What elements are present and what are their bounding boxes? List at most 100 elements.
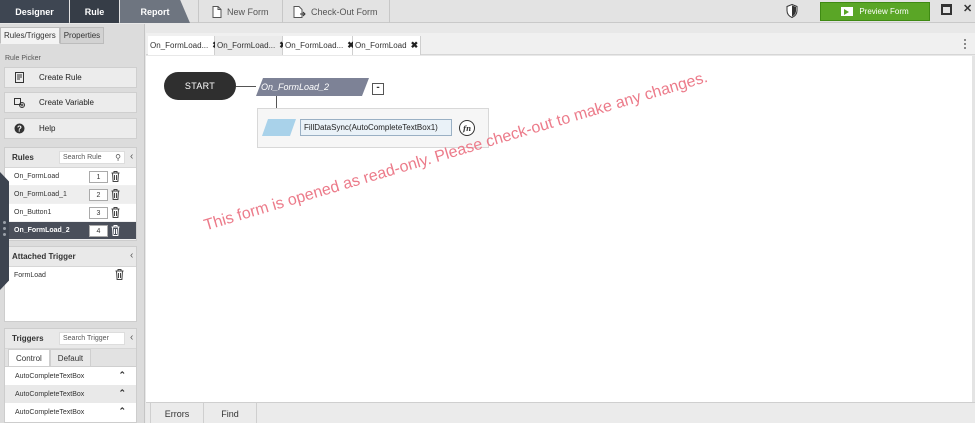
trigger-item-label: AutoCompleteTextBox (15, 390, 85, 398)
rule-item-label: On_FormLoad_1 (14, 191, 67, 198)
tab-default[interactable]: Default (49, 349, 92, 366)
triggers-panel: Triggers Search Trigger ‹ Control Defaul… (4, 328, 137, 423)
rule-item-label: On_FormLoad_2 (14, 227, 70, 234)
tab-rules-triggers[interactable]: Rules/Triggers (0, 27, 60, 44)
triggers-search-placeholder: Search Trigger (63, 335, 109, 342)
trigger-item[interactable]: AutoCompleteTextBox ⌃ (5, 367, 136, 385)
tab-errors[interactable]: Errors (150, 403, 204, 423)
action-parameter-shape[interactable] (262, 119, 296, 136)
function-icon[interactable]: fn (459, 120, 475, 136)
editor-tab-strip: On_FormLoad... ✖ On_FormLoad... ✖ On_For… (146, 33, 975, 55)
tab-find[interactable]: Find (204, 403, 257, 423)
toolbar-divider (389, 0, 390, 23)
tab-label: On_FormLoad... (217, 41, 276, 50)
rules-search-input[interactable]: Search Rule ⚲ (59, 151, 125, 164)
check-out-form-button[interactable]: Check-Out Form (293, 0, 378, 23)
action-function[interactable]: FillDataSync(AutoCompleteTextBox1) (300, 119, 452, 136)
triggers-header: Triggers Search Trigger ‹ (5, 329, 136, 349)
create-variable-icon (13, 98, 25, 108)
create-variable-label: Create Variable (39, 98, 94, 107)
restore-window-icon[interactable] (941, 4, 952, 15)
close-tab-icon[interactable]: ✖ (411, 40, 419, 51)
tab-on-formload[interactable]: On_FormLoad... ✖ (148, 36, 220, 55)
create-rule-icon (14, 72, 24, 83)
rule-item[interactable]: On_FormLoad 1 (5, 168, 136, 186)
create-rule-label: Create Rule (39, 73, 82, 82)
toolbar-divider (198, 0, 199, 23)
tab-control[interactable]: Control (8, 349, 50, 366)
chevron-left-icon[interactable]: ‹ (130, 250, 142, 261)
svg-text:?: ? (17, 124, 22, 133)
help-button[interactable]: ? Help (4, 118, 137, 139)
shield-icon[interactable] (786, 4, 798, 18)
tab-report[interactable]: Report (120, 0, 190, 23)
attached-trigger-panel: Attached Trigger ‹ FormLoad (4, 246, 137, 322)
rules-title: Rules (12, 153, 34, 162)
help-icon: ? (14, 123, 24, 134)
new-form-label: New Form (227, 6, 269, 17)
more-options-icon[interactable] (964, 39, 967, 51)
rule-order-input[interactable]: 4 (89, 225, 108, 237)
rules-panel: Rules Search Rule ⚲ ‹ On_FormLoad 1 On_F… (4, 147, 137, 241)
left-panel: Rules/Triggers Properties Rule Picker Cr… (0, 24, 145, 423)
triggers-tabs: Control Default (5, 349, 136, 367)
toolbar-divider (282, 0, 283, 23)
rule-item[interactable]: On_FormLoad_1 2 (5, 186, 136, 204)
attached-trigger-header: Attached Trigger ‹ (5, 247, 136, 267)
trigger-item[interactable]: AutoCompleteTextBox ⌃ (5, 385, 136, 403)
attached-trigger-item[interactable]: FormLoad (5, 267, 136, 283)
close-icon[interactable]: ✕ (963, 4, 974, 15)
rule-item[interactable]: On_Button1 3 (5, 204, 136, 222)
new-form-button[interactable]: New Form (212, 0, 269, 23)
rule-order-input[interactable]: 3 (89, 207, 108, 219)
rules-header: Rules Search Rule ⚲ ‹ (5, 148, 136, 168)
top-toolbar: Designer Rule Report New Form Check-Out … (0, 0, 975, 23)
preview-form-button[interactable]: Preview Form (820, 2, 930, 21)
rule-item-label: On_FormLoad (14, 173, 60, 180)
chevron-left-icon[interactable]: ‹ (130, 332, 142, 343)
help-label: Help (39, 124, 56, 133)
new-document-icon (212, 5, 222, 18)
chevron-up-icon[interactable]: ⌃ (118, 388, 126, 399)
create-variable-button[interactable]: Create Variable (4, 92, 137, 113)
event-node[interactable]: On_FormLoad_2 (256, 78, 369, 96)
tab-label: On_FormLoad... (285, 41, 344, 50)
rule-item-selected[interactable]: On_FormLoad_2 4 (5, 222, 136, 240)
attached-trigger-label: FormLoad (14, 271, 46, 279)
left-panel-tabs: Rules/Triggers Properties (0, 27, 105, 44)
connector-line (236, 86, 256, 87)
rule-item-label: On_Button1 (14, 209, 52, 216)
rule-order-input[interactable]: 1 (89, 171, 108, 183)
chevron-up-icon[interactable]: ⌃ (118, 370, 126, 381)
trash-icon[interactable] (111, 171, 120, 182)
check-out-form-label: Check-Out Form (311, 6, 378, 17)
trash-icon[interactable] (115, 269, 124, 280)
tab-properties[interactable]: Properties (59, 27, 105, 44)
tab-designer[interactable]: Designer (0, 0, 69, 23)
preview-form-label: Preview Form (859, 7, 909, 16)
chevron-up-icon[interactable]: ⌃ (118, 406, 126, 417)
play-icon (841, 7, 854, 16)
bottom-panel-tabs: Errors Find (146, 402, 975, 423)
tab-label: On_FormLoad... (150, 41, 209, 50)
chevron-left-icon[interactable]: ‹ (130, 151, 142, 162)
tab-label: On_FormLoad (355, 41, 407, 50)
tab-on-formload-2[interactable]: On_FormLoad... ✖ (283, 36, 355, 55)
triggers-search-input[interactable]: Search Trigger (59, 332, 125, 345)
create-rule-button[interactable]: Create Rule (4, 67, 137, 88)
tab-on-formload-active[interactable]: On_FormLoad ✖ (353, 36, 421, 55)
rule-order-input[interactable]: 2 (89, 189, 108, 201)
trash-icon[interactable] (111, 189, 120, 200)
collapse-node-button[interactable]: - (372, 83, 384, 95)
grip-dots-icon[interactable] (3, 221, 6, 239)
trash-icon[interactable] (111, 225, 120, 236)
trash-icon[interactable] (111, 207, 120, 218)
tab-rule[interactable]: Rule (70, 0, 119, 23)
start-node[interactable]: START (164, 72, 236, 100)
search-icon[interactable]: ⚲ (115, 153, 121, 162)
trigger-item-label: AutoCompleteTextBox (15, 372, 85, 380)
trigger-item[interactable]: AutoCompleteTextBox ⌃ (5, 403, 136, 421)
tab-on-formload-1[interactable]: On_FormLoad... ✖ (215, 36, 287, 55)
rule-picker-heading: Rule Picker (5, 55, 41, 62)
check-out-icon (293, 5, 306, 18)
